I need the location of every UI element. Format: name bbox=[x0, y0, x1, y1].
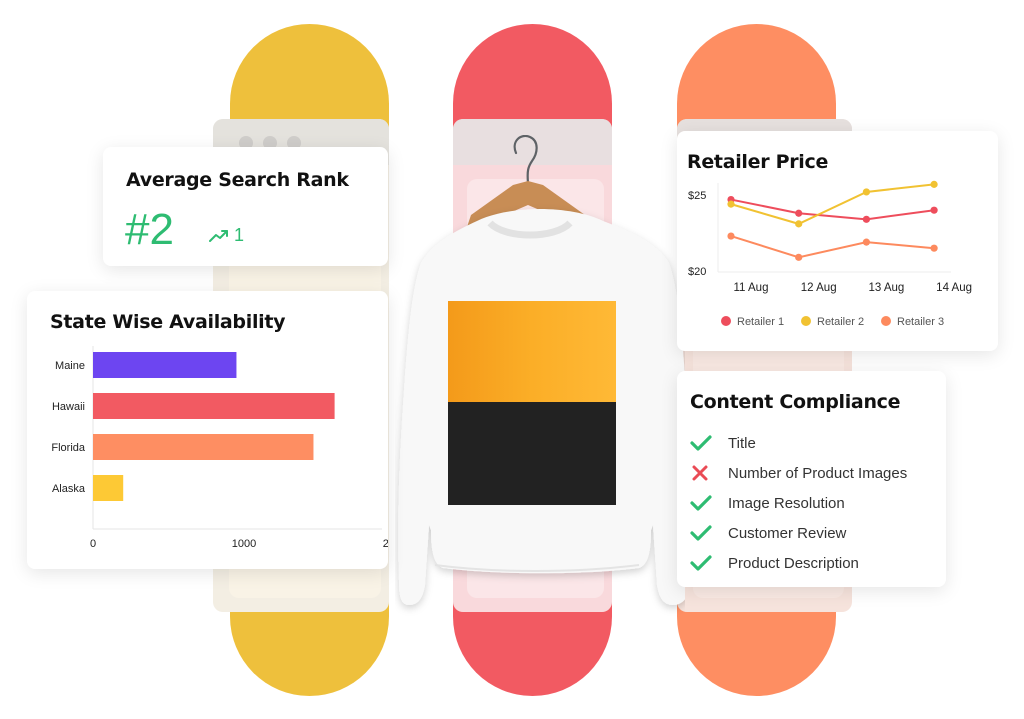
check-icon bbox=[690, 554, 728, 572]
bar-maine bbox=[93, 352, 237, 378]
card-title: Content Compliance bbox=[690, 391, 901, 413]
legend-label: Retailer 3 bbox=[897, 316, 944, 328]
y-tick-label: $20 bbox=[688, 266, 706, 278]
bar-alaska bbox=[93, 475, 124, 501]
compliance-item: Image Resolution bbox=[690, 488, 907, 518]
data-point bbox=[795, 220, 803, 228]
trend-value: 1 bbox=[234, 225, 245, 245]
series-line-3 bbox=[730, 235, 935, 259]
data-point bbox=[795, 209, 803, 217]
legend-marker bbox=[721, 316, 731, 326]
legend-marker bbox=[881, 316, 891, 326]
data-point bbox=[862, 188, 870, 196]
hanger-hook-icon bbox=[513, 135, 538, 185]
compliance-item: Product Description bbox=[690, 548, 907, 578]
data-point bbox=[930, 244, 938, 252]
category-label: Florida bbox=[51, 442, 86, 454]
check-icon bbox=[690, 494, 728, 512]
compliance-item: Customer Review bbox=[690, 518, 907, 548]
sweater-stripe-black bbox=[448, 402, 616, 505]
compliance-item: Title bbox=[690, 428, 907, 458]
x-tick-label: 13 Aug bbox=[868, 282, 904, 294]
card-title: Average Search Rank bbox=[126, 169, 349, 191]
retailer-price-card: Retailer Price $20 $25 11 Aug 12 Aug 13 Aug 1… bbox=[677, 131, 998, 351]
y-tick-label: $25 bbox=[688, 190, 706, 202]
legend-label: Retailer 1 bbox=[737, 316, 784, 328]
content-compliance-card: Content Compliance Title Number of Produ… bbox=[677, 371, 946, 587]
series-line-1 bbox=[730, 198, 935, 221]
compliance-label: Title bbox=[728, 434, 756, 452]
rank-value: #2 bbox=[125, 205, 174, 254]
compliance-label: Image Resolution bbox=[728, 494, 845, 512]
check-icon bbox=[690, 524, 728, 542]
data-point bbox=[727, 200, 735, 208]
bar-florida bbox=[93, 434, 314, 460]
x-tick-label: 2000 bbox=[383, 538, 388, 550]
category-label: Maine bbox=[55, 360, 85, 372]
data-point bbox=[862, 215, 870, 223]
trending-up-icon bbox=[209, 229, 228, 242]
x-tick-label: 12 Aug bbox=[801, 282, 837, 294]
compliance-label: Product Description bbox=[728, 554, 859, 572]
x-tick-label: 14 Aug bbox=[936, 282, 972, 294]
data-point bbox=[795, 253, 803, 261]
bar-hawaii bbox=[93, 393, 335, 419]
bar-chart: Maine Hawaii Florida Alaska 0 1000 2000 bbox=[51, 346, 388, 550]
sweatshirt-image bbox=[398, 135, 685, 605]
data-point bbox=[862, 238, 870, 246]
compliance-list: Title Number of Product Images Image Res… bbox=[690, 428, 907, 578]
legend-label: Retailer 2 bbox=[817, 316, 864, 328]
x-tick-label: 11 Aug bbox=[734, 282, 769, 294]
series-line-2 bbox=[730, 183, 935, 225]
data-point bbox=[930, 206, 938, 214]
x-tick-label: 0 bbox=[90, 538, 96, 550]
cross-icon bbox=[690, 464, 728, 482]
category-label: Alaska bbox=[52, 483, 86, 495]
check-icon bbox=[690, 434, 728, 452]
sweater-stripe-orange bbox=[448, 301, 616, 404]
legend-marker bbox=[801, 316, 811, 326]
compliance-label: Customer Review bbox=[728, 524, 847, 542]
state-wise-availability-card: State Wise Availability Maine Hawaii Flori… bbox=[27, 291, 388, 569]
data-point bbox=[930, 180, 938, 188]
category-label: Hawaii bbox=[52, 401, 85, 413]
average-search-rank-card: Average Search Rank #2 1 bbox=[103, 147, 388, 266]
data-point bbox=[727, 232, 735, 240]
compliance-item: Number of Product Images bbox=[690, 458, 907, 488]
line-chart: $20 $25 11 Aug 12 Aug 13 Aug 14 Aug Retailer 1… bbox=[688, 180, 972, 328]
compliance-label: Number of Product Images bbox=[728, 464, 908, 482]
rank-trend: 1 bbox=[209, 225, 244, 246]
x-tick-label: 1000 bbox=[232, 538, 256, 550]
